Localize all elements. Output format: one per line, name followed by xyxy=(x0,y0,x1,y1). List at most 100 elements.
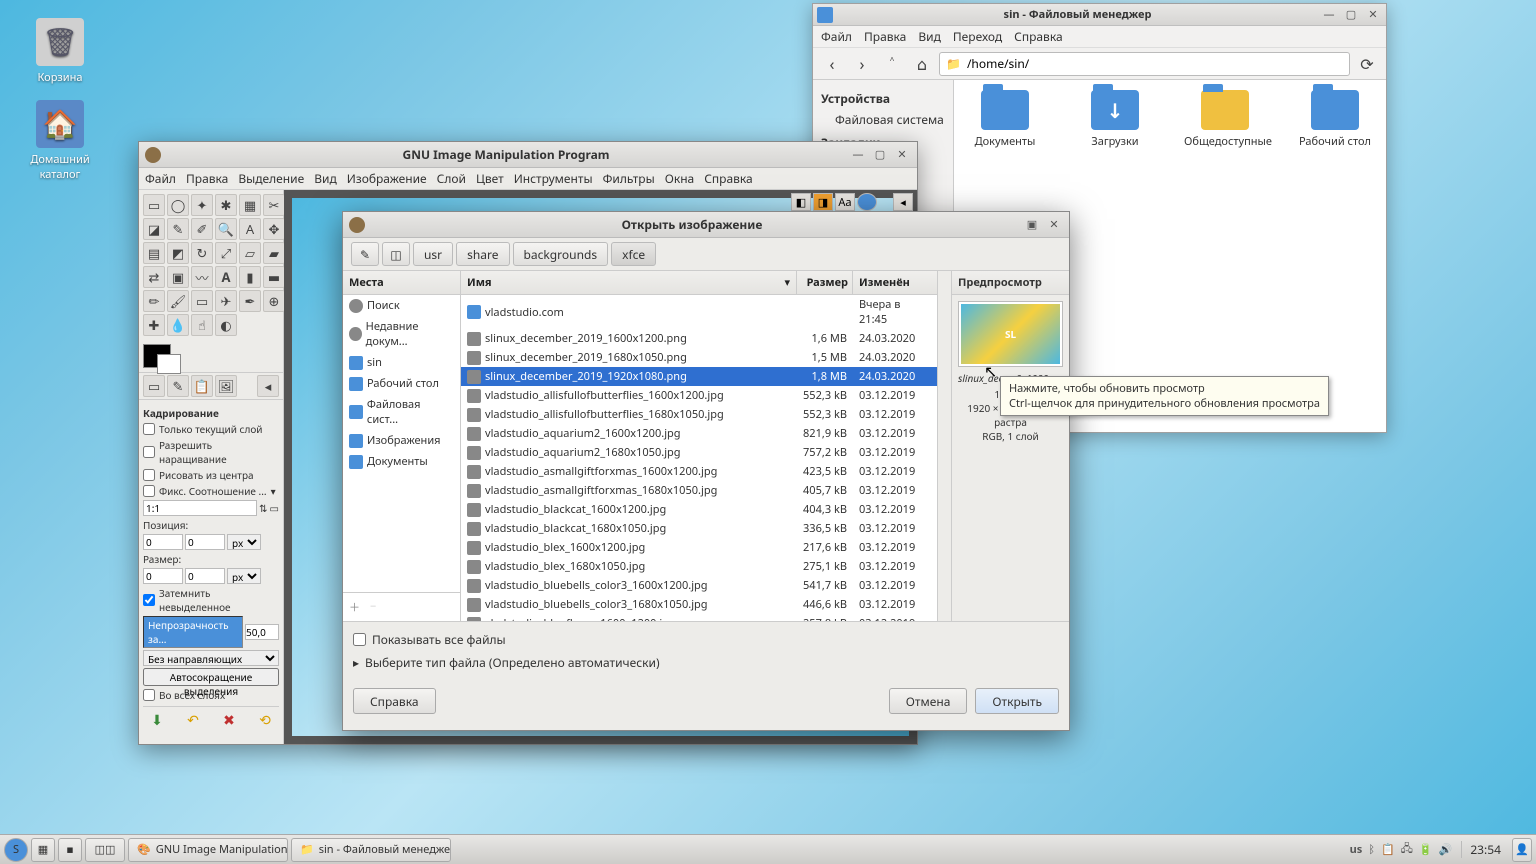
place-item[interactable]: Рабочий стол xyxy=(343,373,460,394)
task-file-manager[interactable]: 📁sin - Файловый менеджер xyxy=(291,838,451,862)
path-segment[interactable]: xfce xyxy=(611,242,656,266)
up-button[interactable]: ˄ xyxy=(879,51,905,77)
network-icon[interactable]: 🖧 xyxy=(1401,840,1413,859)
path-edit-button[interactable]: ✎ xyxy=(351,242,379,266)
tab-images[interactable]: 🖼 xyxy=(215,375,237,397)
menu-file[interactable]: Файл xyxy=(145,170,176,187)
tab-gradients[interactable] xyxy=(857,193,877,211)
menu-select[interactable]: Выделение xyxy=(238,170,304,187)
tool-airbrush[interactable]: ✈ xyxy=(215,290,237,312)
terminal-button[interactable]: ▪ xyxy=(58,838,82,862)
folder-desktop[interactable]: Рабочий стол xyxy=(1294,90,1376,422)
tool-foreground[interactable]: ◪ xyxy=(143,218,165,240)
opt-allow-grow[interactable] xyxy=(143,446,155,458)
fm-titlebar[interactable]: sin - Файловый менеджер — ▢ ✕ xyxy=(813,4,1386,26)
tool-scale[interactable]: ⤢ xyxy=(215,242,237,264)
tool-align[interactable]: ▤ xyxy=(143,242,165,264)
pos-unit[interactable]: px xyxy=(227,534,261,550)
guide-select[interactable]: Без направляющих xyxy=(143,650,279,666)
menu-help[interactable]: Справка xyxy=(704,170,753,187)
back-button[interactable]: ‹ xyxy=(819,51,845,77)
file-row[interactable]: slinux_december_2019_1680x1050.png1,5 MB… xyxy=(461,348,937,367)
tool-blur[interactable]: 💧 xyxy=(167,314,189,336)
file-row[interactable]: vladstudio_asmallgiftforxmas_1680x1050.j… xyxy=(461,481,937,500)
close-button[interactable]: ✕ xyxy=(1364,7,1382,23)
sidebar-item-filesystem[interactable]: Файловая система xyxy=(821,109,945,130)
path-segment[interactable]: backgrounds xyxy=(513,242,609,266)
file-row[interactable]: vladstudio.comВчера в 21:45 xyxy=(461,295,937,329)
close-button[interactable]: ✕ xyxy=(1045,217,1063,233)
tool-free-select[interactable]: ✦ xyxy=(191,194,213,216)
tool-paths[interactable]: ✎ xyxy=(167,218,189,240)
autoshrink-button[interactable]: Автосокращение выделения xyxy=(143,668,279,686)
file-row[interactable]: vladstudio_blex_1600x1200.jpg217,6 kB03.… xyxy=(461,538,937,557)
menu-edit[interactable]: Правка xyxy=(864,28,906,45)
tab-tool-options[interactable]: ▭ xyxy=(143,375,165,397)
menu-image[interactable]: Изображение xyxy=(347,170,427,187)
menu-filters[interactable]: Фильтры xyxy=(603,170,655,187)
clipboard-icon[interactable]: 📋 xyxy=(1381,842,1395,857)
place-item[interactable]: Недавние докум... xyxy=(343,316,460,352)
file-row[interactable]: vladstudio_bluebells_color3_1680x1050.jp… xyxy=(461,595,937,614)
tool-rotate[interactable]: ↻ xyxy=(191,242,213,264)
menu-layer[interactable]: Слой xyxy=(437,170,466,187)
minimize-button[interactable]: — xyxy=(849,147,867,163)
menu-windows[interactable]: Окна xyxy=(665,170,695,187)
background-color[interactable] xyxy=(157,354,181,374)
tab-patterns[interactable]: ◨ xyxy=(813,193,833,211)
help-button[interactable]: Справка xyxy=(353,688,436,714)
col-date[interactable]: Изменён xyxy=(853,271,937,294)
tool-bucket[interactable]: ▮ xyxy=(239,266,261,288)
file-row[interactable]: slinux_december_2019_1600x1200.png1,6 MB… xyxy=(461,329,937,348)
tool-color-picker[interactable]: ✐ xyxy=(191,218,213,240)
tool-clone[interactable]: ⊕ xyxy=(263,290,285,312)
save-icon[interactable]: ⬇ xyxy=(151,711,163,730)
maximize-button[interactable]: ▢ xyxy=(1342,7,1360,23)
battery-icon[interactable]: 🔋 xyxy=(1419,842,1433,857)
file-row[interactable]: slinux_december_2019_1920x1080.png1,8 MB… xyxy=(461,367,937,386)
tool-ink[interactable]: ✒ xyxy=(239,290,261,312)
folder-downloads[interactable]: Загрузки xyxy=(1074,90,1156,422)
show-all-checkbox[interactable] xyxy=(353,633,366,646)
menu-color[interactable]: Цвет xyxy=(476,170,504,187)
menu-go[interactable]: Переход xyxy=(953,28,1002,45)
volume-icon[interactable]: 🔊 xyxy=(1439,842,1453,857)
tool-rect-select[interactable]: ▭ xyxy=(143,194,165,216)
tool-measure[interactable]: A xyxy=(239,218,261,240)
undo-icon[interactable]: ↶ xyxy=(187,711,199,730)
tool-ellipse-select[interactable]: ◯ xyxy=(167,194,189,216)
remove-place-button[interactable]: − xyxy=(370,599,376,615)
file-row[interactable]: vladstudio_blackcat_1600x1200.jpg404,3 k… xyxy=(461,500,937,519)
place-item[interactable]: Файловая сист... xyxy=(343,394,460,430)
tool-text[interactable]: A xyxy=(215,266,237,288)
reset-icon[interactable]: ⟲ xyxy=(259,711,271,730)
tool-fuzzy-select[interactable]: ✱ xyxy=(215,194,237,216)
path-segment[interactable]: usr xyxy=(413,242,453,266)
forward-button[interactable]: › xyxy=(849,51,875,77)
start-button[interactable]: S xyxy=(4,838,28,862)
path-segment[interactable]: share xyxy=(456,242,509,266)
opt-from-center[interactable] xyxy=(143,469,155,481)
file-list[interactable]: vladstudio.comВчера в 21:45slinux_decemb… xyxy=(461,295,937,621)
menu-tools[interactable]: Инструменты xyxy=(514,170,593,187)
opt-dim[interactable] xyxy=(143,594,155,606)
tool-dodge[interactable]: ◐ xyxy=(215,314,237,336)
task-gimp[interactable]: 🎨GNU Image Manipulation ... xyxy=(128,838,288,862)
add-place-button[interactable]: ＋ xyxy=(349,599,360,615)
opt-all-layers[interactable] xyxy=(143,689,155,701)
workspace-switcher[interactable]: ◫◫ xyxy=(85,838,125,862)
path-input[interactable]: 📁 /home/sin/ xyxy=(939,52,1350,76)
tool-move[interactable]: ✥ xyxy=(263,218,285,240)
size-y-input[interactable] xyxy=(185,568,225,584)
tool-pencil[interactable]: ✏ xyxy=(143,290,165,312)
tab-brushes[interactable]: ◧ xyxy=(791,193,811,211)
menu-view[interactable]: Вид xyxy=(918,28,941,45)
pos-y-input[interactable] xyxy=(185,534,225,550)
pos-x-input[interactable] xyxy=(143,534,183,550)
tab-devices[interactable]: ✎ xyxy=(167,375,189,397)
file-row[interactable]: vladstudio_asmallgiftforxmas_1600x1200.j… xyxy=(461,462,937,481)
file-row[interactable]: vladstudio_blueflame_1600x1200.jpg257,8 … xyxy=(461,614,937,621)
col-name[interactable]: Имя▾ xyxy=(461,271,797,294)
tool-heal[interactable]: ✚ xyxy=(143,314,165,336)
tool-gradient[interactable]: ▬ xyxy=(263,266,285,288)
